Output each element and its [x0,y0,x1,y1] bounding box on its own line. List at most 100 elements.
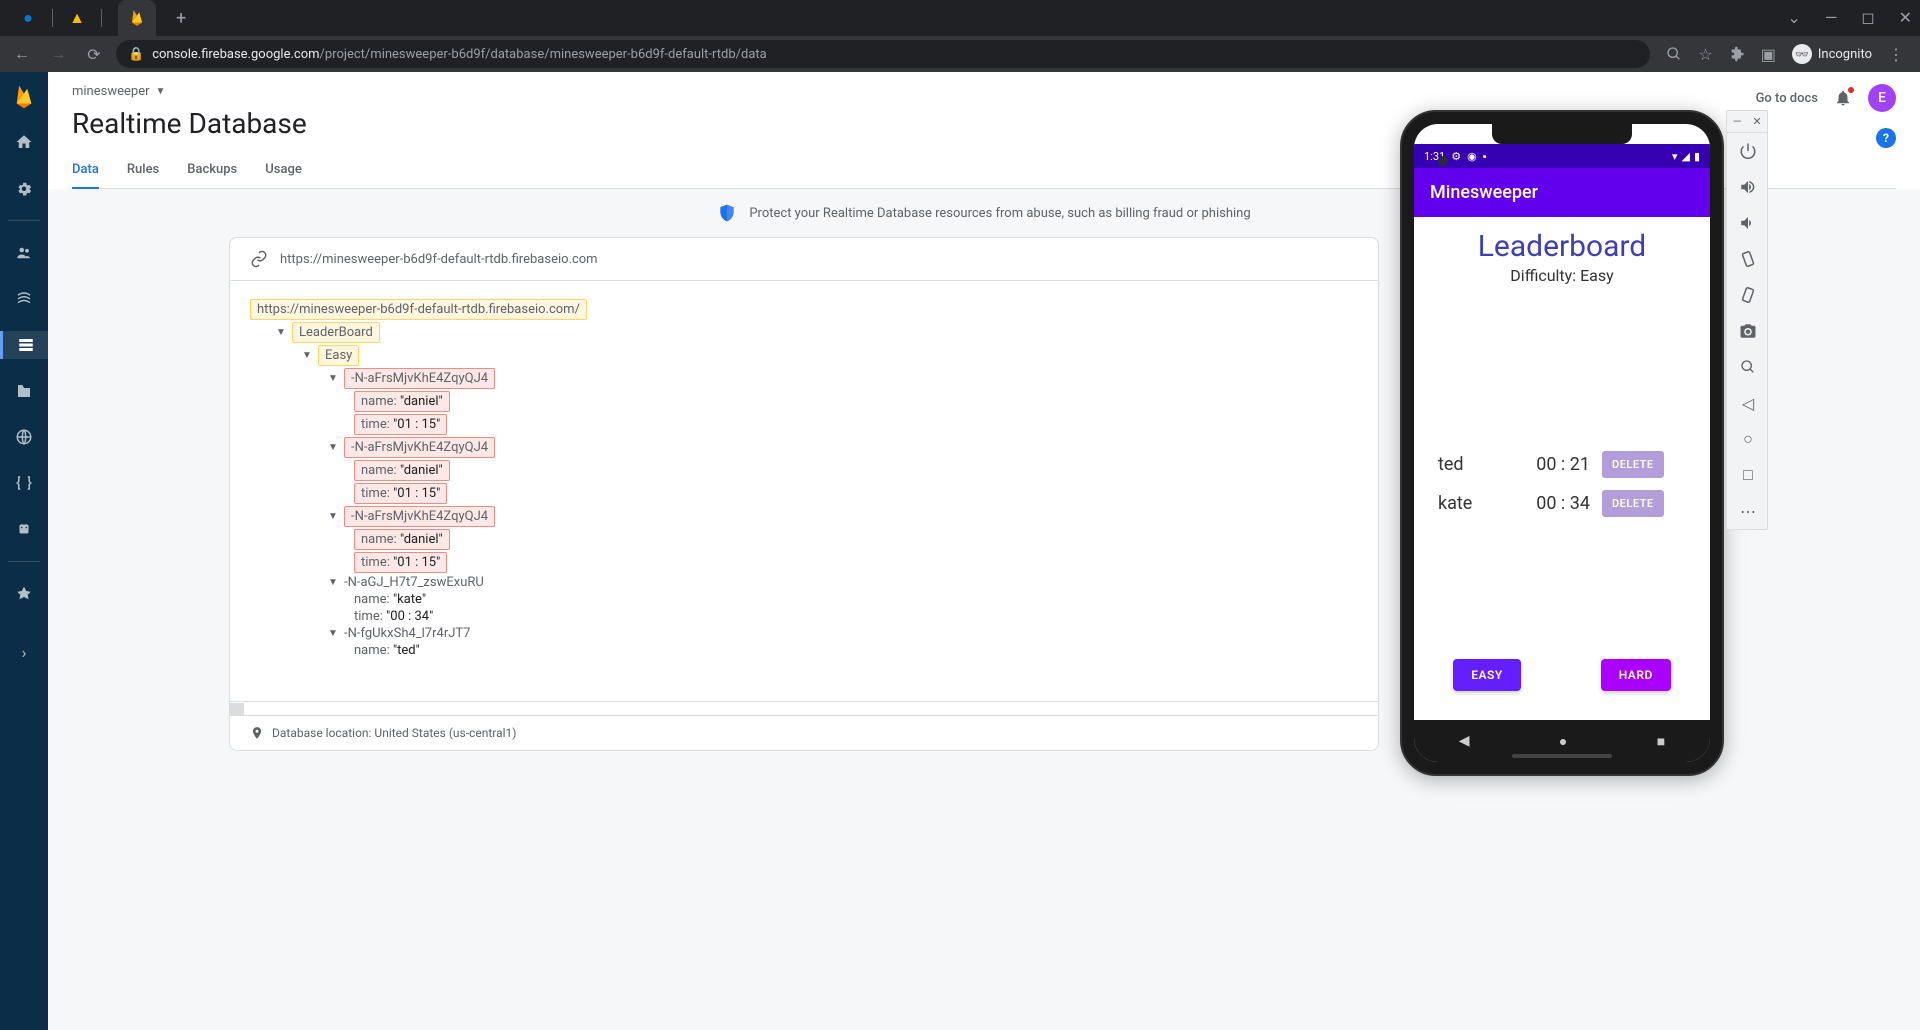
tree-leaf[interactable]: name: "daniel" [354,460,450,481]
tree-leaf[interactable]: name: "daniel" [354,529,450,550]
url-path: /project/minesweeper-b6d9f/database/mine… [320,47,767,62]
tree-root[interactable]: https://minesweeper-b6d9f-default-rtdb.f… [250,299,587,320]
nav-forward-icon[interactable]: → [44,40,72,68]
emulator-volume-up-icon[interactable] [1727,169,1769,205]
reading-list-icon[interactable]: ▣ [1761,45,1776,64]
tree-caret-icon[interactable]: ▼ [302,350,314,361]
emulator-volume-down-icon[interactable] [1727,205,1769,241]
status-app-icon: ▪ [1483,150,1487,163]
row-time: 00 : 21 [1520,454,1590,475]
drive-tab-icon[interactable]: ▲ [69,10,85,26]
docs-link[interactable]: Go to docs [1756,91,1818,106]
tree-caret-icon[interactable]: ▼ [328,577,340,588]
emulator-more-icon[interactable]: ⋯ [1727,493,1769,529]
browser-tab-strip: ● ▲ + ⌄ — ◻ ✕ [0,0,1920,36]
tree-caret-icon[interactable]: ▼ [328,373,340,384]
url-domain: console.firebase.google.com [152,47,319,62]
window-caret-icon[interactable]: ⌄ [1787,8,1800,27]
emulator-rotate-right-icon[interactable] [1727,277,1769,313]
tree-leaf[interactable]: time: "01 : 15" [354,552,447,573]
row-name: ted [1438,454,1508,475]
hard-button[interactable]: HARD [1601,659,1671,691]
emulator-screenshot-icon[interactable] [1727,313,1769,349]
nav-reload-icon[interactable]: ⟳ [80,40,108,68]
user-avatar[interactable]: E [1868,84,1896,112]
emulator-zoom-icon[interactable] [1727,349,1769,385]
sidebar-database-icon[interactable] [0,331,48,359]
sidebar-functions-icon[interactable] [0,469,48,497]
breadcrumb[interactable]: minesweeper ▼ [72,84,1896,99]
tree-node-leaderboard[interactable]: LeaderBoard [292,322,380,343]
sidebar-hosting-icon[interactable] [0,423,48,451]
tree-node-id[interactable]: -N-fgUkxSh4_l7r4rJT7 [344,626,470,641]
sidebar-settings-icon[interactable] [0,174,48,202]
tree-node-id[interactable]: -N-aFrsMjvKhE4ZqyQJ4 [344,437,495,458]
delete-button[interactable]: DELETE [1602,451,1664,478]
nav-home-icon[interactable]: ● [1559,733,1567,750]
sidebar-home-icon[interactable] [0,128,48,156]
app-bar: Minesweeper [1414,168,1710,217]
tree-caret-icon[interactable]: ▼ [328,442,340,453]
easy-button[interactable]: EASY [1453,659,1520,691]
window-close-icon[interactable]: ✕ [1899,8,1912,27]
tab-data[interactable]: Data [72,152,99,189]
incognito-badge: 👓 Incognito [1792,44,1872,64]
notifications-icon[interactable] [1834,89,1852,107]
tree-node-id[interactable]: -N-aFrsMjvKhE4ZqyQJ4 [344,368,495,389]
leaderboard-row: ted 00 : 21 DELETE [1426,445,1698,484]
sidebar-firestore-icon[interactable] [0,285,48,313]
emulator-overview-icon[interactable]: □ [1727,457,1769,493]
database-url: https://minesweeper-b6d9f-default-rtdb.f… [280,252,598,267]
tree-caret-icon[interactable]: ▼ [276,327,288,338]
delete-button[interactable]: DELETE [1602,490,1664,517]
link-icon[interactable] [250,250,268,268]
new-tab-button[interactable]: + [176,8,186,29]
emulator-close-icon[interactable]: ✕ [1747,111,1767,132]
tree-leaf[interactable]: name: "ted" [354,643,420,658]
nav-back-icon[interactable]: ← [8,40,36,68]
sidebar-storage-icon[interactable] [0,377,48,405]
extensions-icon[interactable] [1729,46,1745,62]
tree-leaf[interactable]: name: "daniel" [354,391,450,412]
window-minimize-icon[interactable]: — [1825,8,1838,27]
url-input[interactable]: 🔒 console.firebase.google.com /project/m… [116,40,1650,68]
bookmark-star-icon[interactable]: ☆ [1698,45,1712,64]
tree-leaf[interactable]: time: "00 : 34" [354,609,433,624]
browser-menu-icon[interactable]: ⋮ [1888,45,1904,64]
sidebar-expand-icon[interactable]: › [0,638,48,666]
tree-node-id[interactable]: -N-aFrsMjvKhE4ZqyQJ4 [344,506,495,527]
search-icon[interactable] [1666,46,1682,62]
nav-recents-icon[interactable]: ■ [1657,733,1665,750]
emulator-home-icon[interactable]: ○ [1727,421,1769,457]
sidebar-ml-icon[interactable] [0,515,48,543]
tree-leaf[interactable]: time: "01 : 15" [354,483,447,504]
emulator-back-icon[interactable]: ◁ [1727,385,1769,421]
tree-node-id[interactable]: -N-aGJ_H7t7_zswExuRU [344,575,484,590]
lock-icon: 🔒 [128,47,144,62]
tree-node-easy[interactable]: Easy [318,345,359,366]
onedrive-tab-icon[interactable]: ● [20,10,36,26]
sidebar-extensions-icon[interactable] [0,580,48,608]
tree-caret-icon[interactable]: ▼ [328,511,340,522]
tab-rules[interactable]: Rules [127,152,159,188]
firebase-logo-icon[interactable] [14,84,34,110]
tab-backups[interactable]: Backups [187,152,237,188]
firebase-tab-icon[interactable] [118,0,156,36]
horizontal-scrollbar[interactable] [230,701,1378,715]
emulator-power-icon[interactable] [1727,133,1769,169]
emulator-minimize-icon[interactable]: — [1727,111,1747,132]
tree-leaf[interactable]: time: "01 : 15" [354,414,447,435]
emulator-rotate-left-icon[interactable] [1727,241,1769,277]
row-name: kate [1438,493,1508,514]
nav-back-icon[interactable]: ◀ [1459,733,1470,749]
help-icon[interactable]: ? [1876,128,1896,148]
tab-usage[interactable]: Usage [265,152,302,188]
tree-caret-icon[interactable]: ▼ [328,628,340,639]
emulator-toolbar: — ✕ ◁ ○ □ ⋯ [1726,110,1768,530]
database-location: Database location: United States (us-cen… [272,726,516,740]
window-maximize-icon[interactable]: ◻ [1861,8,1874,27]
tree-leaf[interactable]: name: "kate" [354,592,426,607]
status-gear-icon: ⚙ [1451,150,1461,163]
sidebar-auth-icon[interactable] [0,239,48,267]
leaderboard-row: kate 00 : 34 DELETE [1426,484,1698,523]
